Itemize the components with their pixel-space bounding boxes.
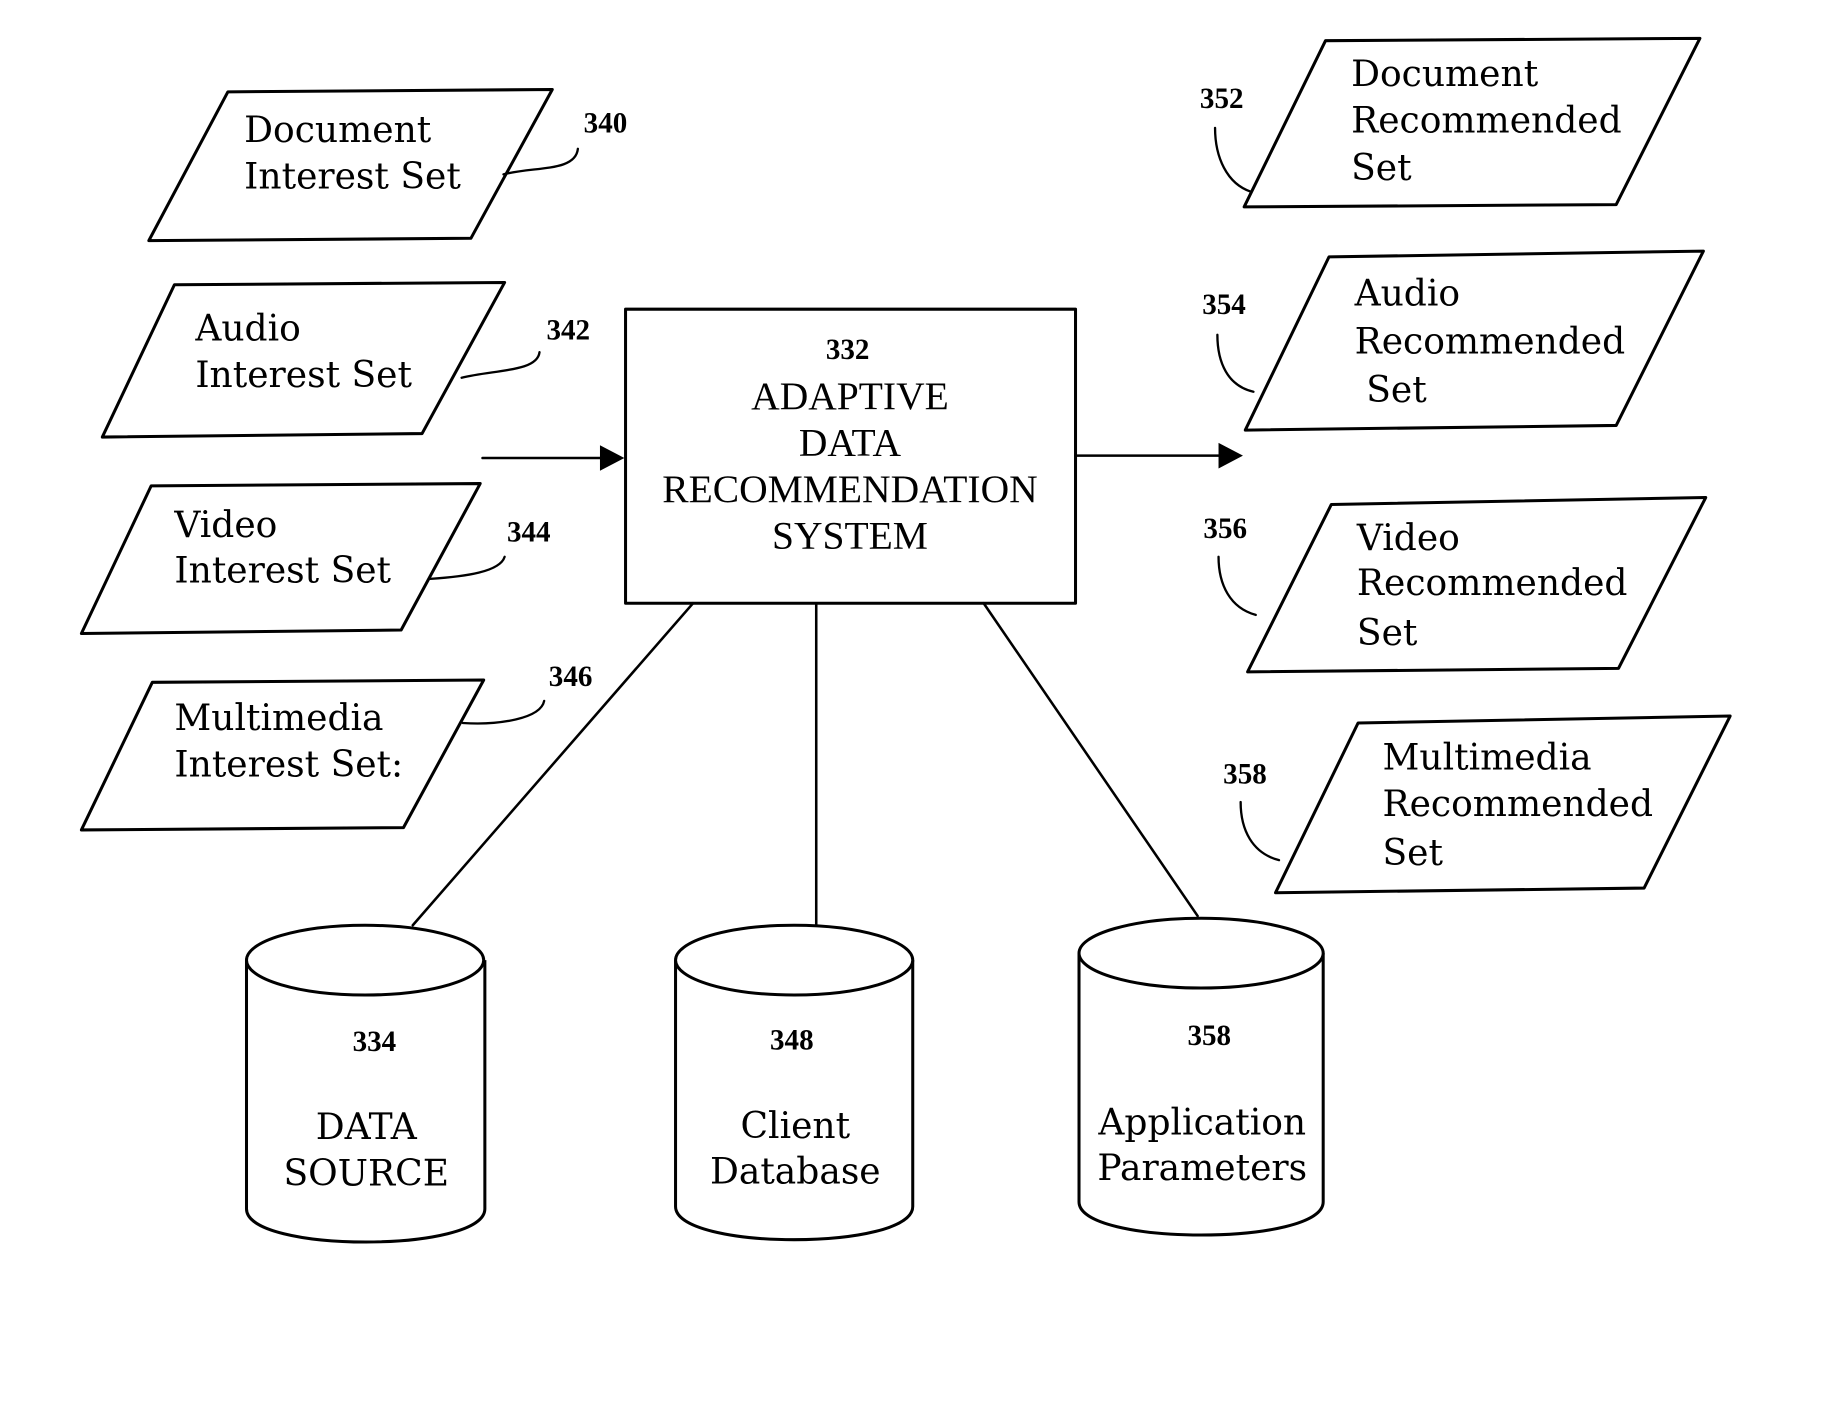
input-label-line: Document <box>244 110 432 151</box>
leader-line <box>1217 555 1257 617</box>
input-label-line: Audio <box>194 309 300 350</box>
output-label-line: Document <box>1351 54 1539 95</box>
reference-number: 344 <box>507 517 551 549</box>
store-label-line: Application <box>1097 1102 1306 1143</box>
output-label-line: Set <box>1351 148 1412 189</box>
reference-number: 346 <box>549 661 593 693</box>
system-label-line: DATA <box>799 421 902 465</box>
input-audio-interest-set: Audio Interest Set 342 <box>100 280 590 439</box>
reference-number: 352 <box>1200 83 1244 115</box>
input-label-line: Video <box>173 505 277 546</box>
connector-line-application-parameters <box>982 601 1199 918</box>
leader-line <box>1216 333 1255 393</box>
arrowhead-icon <box>599 445 625 471</box>
reference-number: 348 <box>770 1025 814 1057</box>
reference-number: 356 <box>1203 513 1247 545</box>
cylinder-body <box>1077 953 1325 1237</box>
input-label-line: Interest Set: <box>174 744 403 785</box>
adaptive-data-recommendation-system: 332 ADAPTIVE DATA RECOMMENDATION SYSTEM <box>624 307 1078 605</box>
input-label-line: Interest Set <box>195 355 412 396</box>
store-label-line: Database <box>710 1151 881 1192</box>
input-label-line: Interest Set <box>244 156 461 197</box>
output-label-line: Set <box>1366 370 1427 411</box>
input-multimedia-interest-set: Multimedia Interest Set: 346 <box>79 661 593 832</box>
store-label-line: Client <box>741 1106 851 1147</box>
store-label-line: SOURCE <box>283 1154 449 1195</box>
data-store-client-database: 348 Client Database <box>674 923 915 1242</box>
leader-line <box>460 351 541 379</box>
input-label-line: Multimedia <box>174 698 383 739</box>
connector-line-data-source <box>411 601 695 927</box>
reference-number: 354 <box>1202 289 1246 321</box>
reference-number: 342 <box>546 314 590 346</box>
output-label-line: Multimedia <box>1382 738 1591 779</box>
data-store-application-parameters: 358 Application Parameters <box>1077 916 1325 1237</box>
leader-line <box>461 699 546 725</box>
system-label-line: ADAPTIVE <box>751 374 949 418</box>
reference-number: 340 <box>584 108 628 140</box>
output-arrow <box>1074 442 1243 469</box>
input-label-line: Interest Set <box>174 550 391 591</box>
system-label-line: RECOMMENDATION <box>662 467 1037 511</box>
output-label-line: Recommended <box>1351 101 1622 142</box>
input-video-interest-set: Video Interest Set 344 <box>79 482 551 636</box>
cylinder-top <box>244 923 486 997</box>
output-label-line: Recommended <box>1355 321 1626 362</box>
input-arrow <box>481 445 625 471</box>
output-label-line: Recommended <box>1357 563 1628 604</box>
data-store-data-source: 334 DATA SOURCE <box>244 923 487 1244</box>
output-multimedia-recommended-set: Multimedia Recommended Set 358 <box>1223 714 1732 895</box>
store-label-line: DATA <box>316 1107 418 1148</box>
output-audio-recommended-set: Audio Recommended Set 354 <box>1202 249 1705 432</box>
reference-number: 358 <box>1187 1020 1231 1052</box>
reference-number: 334 <box>353 1026 397 1058</box>
cylinder-top <box>1077 916 1325 990</box>
output-label-line: Set <box>1357 613 1418 654</box>
store-label-line: Parameters <box>1097 1148 1307 1189</box>
reference-number: 358 <box>1223 758 1267 790</box>
cylinder-top <box>674 923 915 997</box>
output-video-recommended-set: Video Recommended Set 356 <box>1203 495 1708 674</box>
recommendation-system-diagram: Document Interest Set 340 Audio Interest… <box>79 36 1732 1244</box>
cylinder-body <box>674 960 915 1242</box>
output-label-line: Set <box>1382 833 1443 874</box>
arrowhead-icon <box>1218 442 1243 469</box>
system-label-line: SYSTEM <box>772 514 928 558</box>
reference-number: 332 <box>826 334 870 366</box>
output-label-line: Audio <box>1354 274 1460 315</box>
input-document-interest-set: Document Interest Set 340 <box>147 87 628 243</box>
leader-line <box>1239 800 1281 862</box>
output-label-line: Video <box>1356 518 1460 559</box>
leader-line <box>1213 126 1253 193</box>
output-document-recommended-set: Document Recommended Set 352 <box>1200 36 1702 209</box>
output-label-line: Recommended <box>1382 784 1653 825</box>
leader-line <box>429 555 506 581</box>
cylinder-body <box>244 960 487 1244</box>
